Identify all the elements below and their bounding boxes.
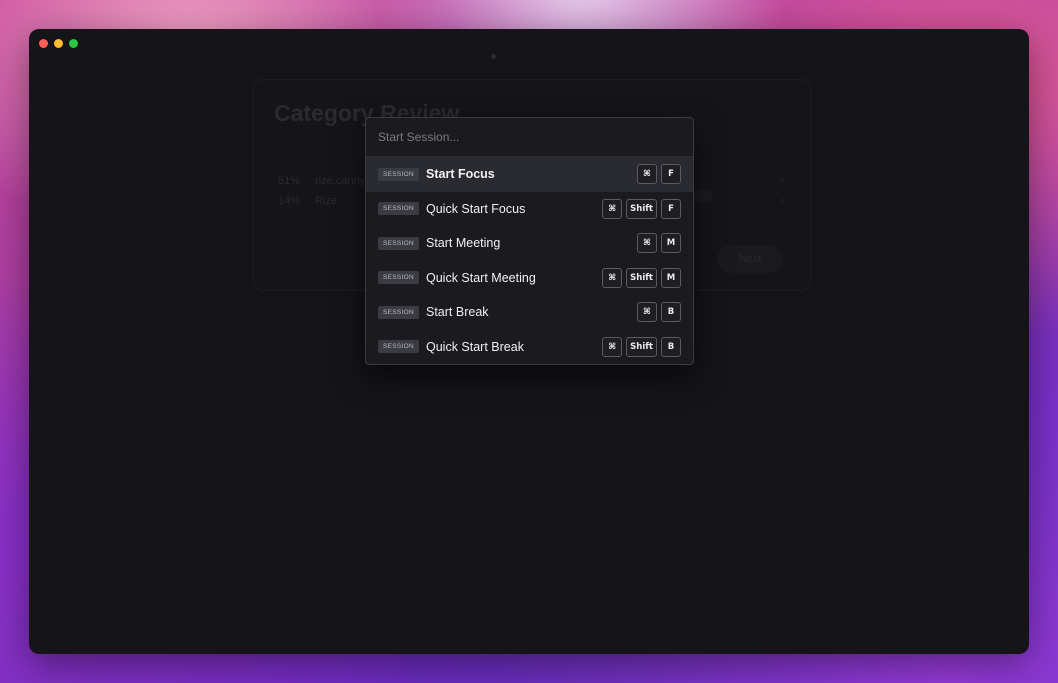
shortcut-key: M (661, 233, 681, 254)
command-item-start-focus[interactable]: SESSION Start Focus ⌘ F (366, 157, 693, 192)
shortcut-keys: ⌘ Shift B (602, 336, 681, 357)
shortcut-keys: ⌘ Shift F (602, 198, 681, 219)
row-name: Rize (315, 195, 338, 207)
chevron-left-icon: ‹ (780, 175, 784, 187)
shortcut-key: F (661, 198, 681, 219)
row-percent: 14% (278, 195, 301, 207)
shortcut-keys: ⌘ F (637, 164, 681, 185)
command-key-icon: ⌘ (602, 198, 623, 219)
search-input[interactable] (366, 118, 693, 156)
command-item-quick-start-meeting[interactable]: SESSION Quick Start Meeting ⌘ Shift M (366, 261, 693, 296)
command-label: Quick Start Break (426, 339, 524, 354)
session-badge: SESSION (378, 271, 419, 285)
shortcut-key: F (661, 164, 681, 185)
command-key-icon: ⌘ (602, 267, 623, 288)
session-badge: SESSION (378, 202, 419, 216)
command-item-quick-start-break[interactable]: SESSION Quick Start Break ⌘ Shift B (366, 330, 693, 365)
shortcut-key: B (661, 302, 681, 323)
command-label: Quick Start Focus (426, 201, 526, 216)
command-palette: SESSION Start Focus ⌘ F SESSION Quick St… (365, 117, 694, 365)
app-window: Category Review 51% rize.canny.io 14% Ri… (29, 29, 1029, 654)
command-label: Quick Start Meeting (426, 270, 536, 285)
command-label: Start Focus (426, 167, 495, 182)
session-badge: SESSION (378, 167, 419, 181)
command-key-icon: ⌘ (602, 336, 623, 357)
shortcut-key: Shift (626, 198, 657, 219)
category-row: 14% Rize (278, 195, 337, 207)
command-key-icon: ⌘ (637, 233, 657, 254)
session-badge: SESSION (378, 305, 419, 319)
command-key-icon: ⌘ (637, 164, 657, 185)
command-label: Start Break (426, 305, 489, 320)
window-controls (39, 39, 78, 48)
chevron-left-icon: ‹ (780, 195, 784, 207)
category-tag (691, 190, 713, 202)
zoom-window-button[interactable] (69, 39, 78, 48)
close-window-button[interactable] (39, 39, 48, 48)
shortcut-key: M (661, 267, 681, 288)
next-button: Next (717, 245, 783, 273)
command-item-start-break[interactable]: SESSION Start Break ⌘ B (366, 295, 693, 330)
command-item-start-meeting[interactable]: SESSION Start Meeting ⌘ M (366, 226, 693, 261)
shortcut-key: Shift (626, 336, 657, 357)
shortcut-keys: ⌘ M (637, 233, 681, 254)
command-label: Start Meeting (426, 236, 501, 251)
command-list: SESSION Start Focus ⌘ F SESSION Quick St… (366, 157, 693, 364)
command-item-quick-start-focus[interactable]: SESSION Quick Start Focus ⌘ Shift F (366, 192, 693, 227)
shortcut-keys: ⌘ B (637, 302, 681, 323)
shortcut-key: B (661, 336, 681, 357)
minimize-window-button[interactable] (54, 39, 63, 48)
page-indicator (491, 54, 496, 59)
session-badge: SESSION (378, 236, 419, 250)
shortcut-keys: ⌘ Shift M (602, 267, 681, 288)
category-row: 51% rize.canny.io (278, 175, 376, 187)
shortcut-key: Shift (626, 267, 657, 288)
command-key-icon: ⌘ (637, 302, 657, 323)
session-badge: SESSION (378, 340, 419, 354)
row-percent: 51% (278, 175, 301, 187)
search-bar (366, 118, 693, 157)
